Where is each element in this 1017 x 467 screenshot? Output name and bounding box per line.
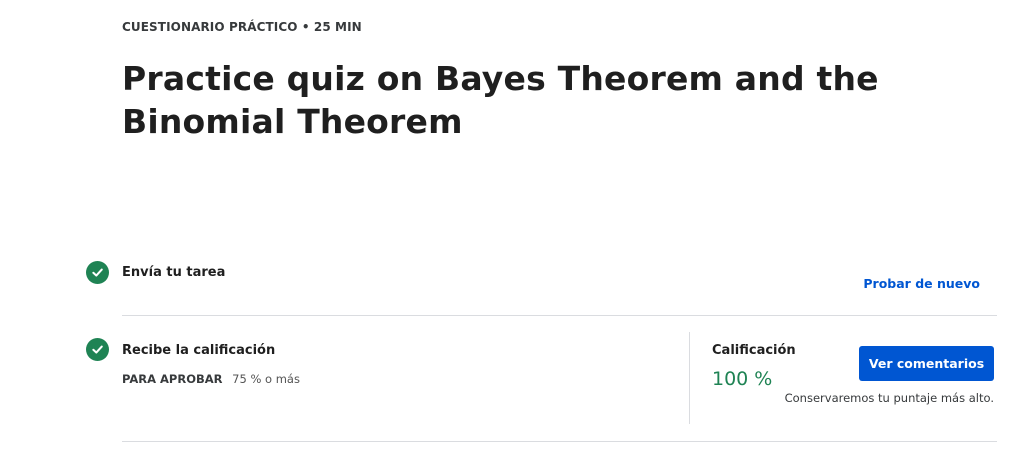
pass-requirement-label: PARA APROBAR [122, 372, 223, 386]
grade-label: Calificación [712, 343, 796, 358]
quiz-eyebrow: CUESTIONARIO PRÁCTICO • 25 MIN [122, 20, 362, 34]
step-divider [122, 315, 997, 316]
pass-requirement: PARA APROBAR 75 % o más [122, 372, 300, 386]
retry-button[interactable]: Probar de nuevo [863, 276, 980, 291]
checkmark-glyph [92, 345, 103, 354]
step-grade-label: Recibe la calificación [122, 343, 276, 358]
view-feedback-button[interactable]: Ver comentarios [859, 346, 994, 381]
page-title: Practice quiz on Bayes Theorem and the B… [122, 59, 879, 141]
checkmark-glyph [92, 268, 103, 277]
check-circle-icon [86, 261, 109, 284]
section-divider [122, 441, 997, 442]
check-circle-icon [86, 338, 109, 361]
grade-value: 100 % [712, 368, 773, 390]
grade-divider [689, 332, 690, 424]
step-submit-label: Envía tu tarea [122, 265, 226, 280]
pass-requirement-value: 75 % o más [232, 372, 300, 386]
highest-score-note: Conservaremos tu puntaje más alto. [784, 391, 994, 405]
